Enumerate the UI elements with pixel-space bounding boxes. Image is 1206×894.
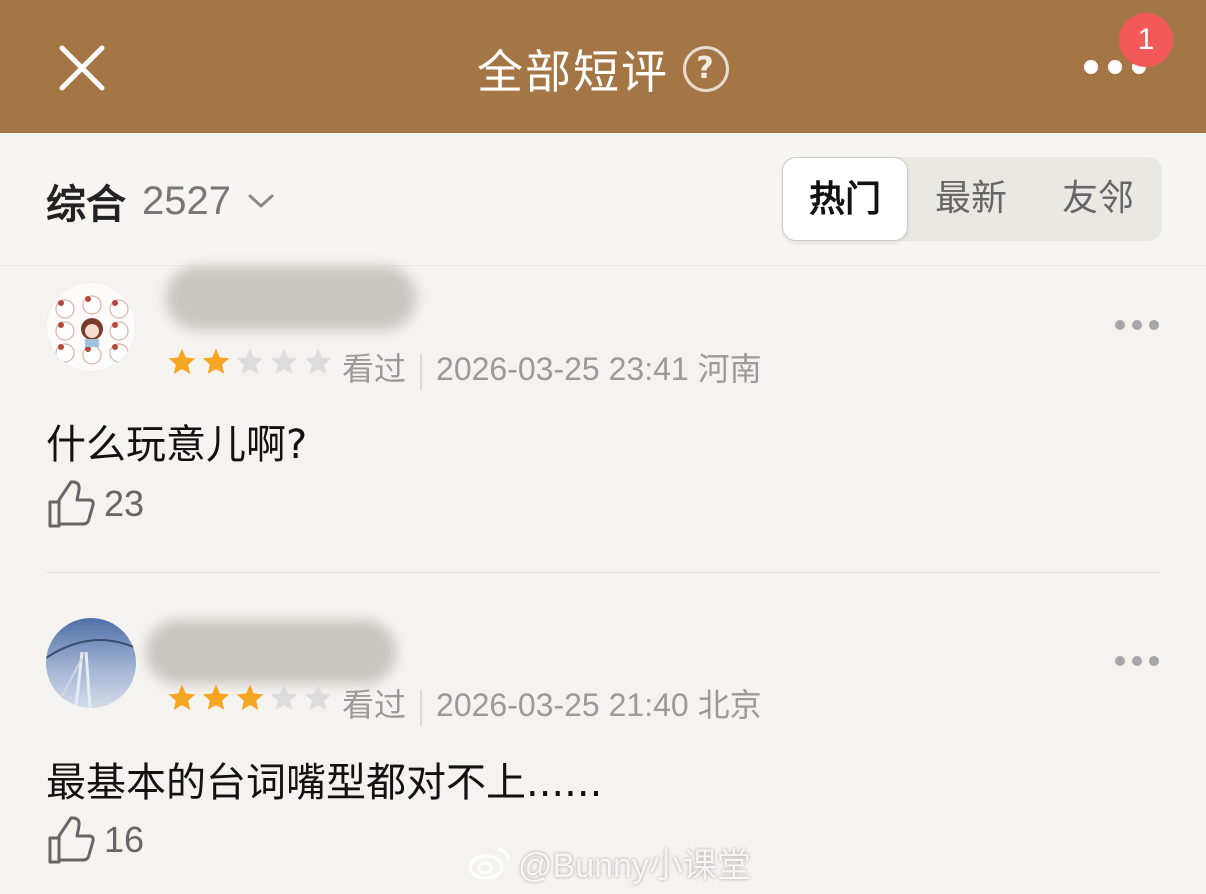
watch-status: 看过	[342, 686, 407, 724]
more-dot	[1132, 656, 1142, 666]
sort-label: 综合	[46, 182, 126, 228]
comment-text: 什么玩意儿啊?	[46, 422, 308, 468]
notification-badge: 1	[1119, 13, 1173, 67]
star-filled-icon	[168, 684, 196, 710]
star-empty-icon	[270, 348, 298, 374]
more-dots-icon	[1084, 60, 1098, 74]
rating-stars	[166, 346, 334, 378]
comment-meta: 看过 2026-03-25 23:41 河南	[342, 344, 762, 390]
tab-hot[interactable]: 热门	[782, 157, 908, 241]
star-filled-icon	[236, 684, 264, 710]
like-button[interactable]: 23	[46, 478, 144, 530]
more-dots-icon	[1115, 656, 1125, 666]
meta-divider	[420, 353, 423, 390]
comment-text: 最基本的台词嘴型都对不上......	[46, 760, 603, 806]
watermark-text: @Bunny小课堂	[518, 847, 751, 885]
username-blurred[interactable]	[146, 620, 396, 684]
tab-latest[interactable]: 最新	[908, 157, 1034, 241]
star-empty-icon	[304, 348, 332, 374]
star-empty-icon	[304, 684, 332, 710]
like-count: 16	[104, 819, 145, 860]
divider	[46, 572, 1160, 573]
avatar[interactable]	[46, 282, 136, 372]
comment-more-button[interactable]	[1115, 656, 1159, 668]
meta-divider	[420, 689, 423, 726]
top-bar: 全部短评 ? 1	[0, 0, 1206, 133]
sort-dropdown[interactable]: 综合 2527	[46, 172, 275, 230]
tab-friends[interactable]: 友邻	[1034, 157, 1162, 241]
more-dots-icon	[1115, 320, 1125, 330]
more-dot	[1149, 320, 1159, 330]
star-empty-icon	[236, 348, 264, 374]
thumbs-up-icon	[48, 816, 95, 864]
comment-location: 北京	[697, 686, 762, 724]
watermark: @Bunny小课堂	[468, 838, 751, 887]
more-dot	[1149, 656, 1159, 666]
avatar-image	[47, 283, 135, 371]
comment-datetime: 2026-03-25 21:40	[436, 687, 689, 723]
more-dot	[1108, 60, 1122, 74]
comment-location: 河南	[697, 350, 762, 388]
like-button[interactable]: 16	[46, 814, 144, 866]
like-count: 23	[104, 483, 145, 524]
star-filled-icon	[168, 348, 196, 374]
thumbs-up-icon	[48, 480, 95, 528]
page-title-area: 全部短评 ?	[0, 36, 1206, 102]
weibo-icon	[468, 847, 510, 879]
comment-meta: 看过 2026-03-25 21:40 北京	[342, 680, 762, 726]
sort-tabs: 热门 最新 友邻	[782, 157, 1162, 241]
avatar-image	[46, 618, 136, 708]
star-filled-icon	[202, 684, 230, 710]
username-blurred[interactable]	[166, 266, 416, 330]
avatar[interactable]	[46, 618, 136, 708]
more-dot	[1132, 320, 1142, 330]
chevron-down-icon	[248, 194, 274, 208]
comment-count: 2527	[142, 178, 231, 223]
comment-datetime: 2026-03-25 23:41	[436, 351, 689, 387]
watch-status: 看过	[342, 350, 407, 388]
page-title: 全部短评	[477, 45, 669, 99]
question-circle-icon[interactable]: ?	[683, 46, 729, 92]
star-filled-icon	[202, 348, 230, 374]
star-empty-icon	[270, 684, 298, 710]
comment-more-button[interactable]	[1115, 320, 1159, 332]
rating-stars	[166, 682, 334, 714]
